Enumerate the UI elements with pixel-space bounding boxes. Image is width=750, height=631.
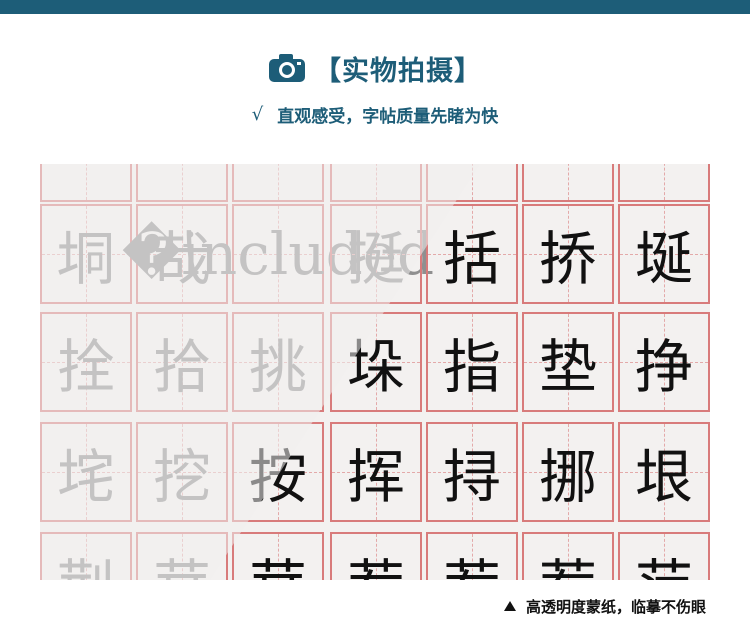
grid-cell: 挥 [330, 422, 422, 522]
practice-character: 拾 [152, 333, 211, 401]
practice-character: 荐 [524, 534, 612, 580]
grid-cell: �included [121, 204, 435, 304]
practice-character [620, 164, 708, 200]
grid-cell: 荐 [522, 532, 614, 580]
section-title: 【实物拍摄】 [0, 46, 750, 90]
grid-cell: 拴 [40, 312, 132, 412]
practice-character: 茸 [234, 534, 322, 580]
caption-row: 高透明度蒙纸，临摹不伤眼 [503, 594, 706, 618]
practice-character: 垌 [56, 225, 115, 293]
practice-character: 垠 [634, 443, 693, 511]
practice-character [234, 164, 322, 200]
practice-character: 括 [442, 225, 501, 293]
grid-cell: 荆 [40, 532, 132, 580]
check-mark-icon: √ [251, 103, 264, 125]
grid-cell: 挖 [136, 422, 228, 522]
practice-character: 垫 [538, 333, 597, 401]
grid-cell: 挪 [522, 422, 614, 522]
caption: 高透明度蒙纸，临摹不伤眼 [525, 597, 706, 616]
grid-cell [232, 164, 324, 202]
practice-character: 茸 [138, 534, 226, 580]
title-close-bracket: 】 [454, 55, 482, 87]
grid-cell: 拾 [136, 312, 228, 412]
grid-cell: 括 [426, 204, 518, 304]
practice-character: 挖 [152, 443, 211, 511]
triangle-up-icon [503, 601, 516, 611]
practice-character: 茬 [332, 534, 420, 580]
grid-cell [330, 164, 422, 202]
grid-cell: 茳 [618, 532, 710, 580]
practice-character [138, 164, 226, 200]
practice-character: 挺 [346, 225, 405, 293]
top-bar [0, 0, 750, 14]
grid-cell: 垛 [330, 312, 422, 412]
practice-character: 荆 [42, 534, 130, 580]
subtitle-row: √ 直观感受，字帖质量先睹为快 [0, 100, 750, 128]
practice-character: 茬 [428, 534, 516, 580]
grid-cell: 埏 [618, 204, 710, 304]
practice-character: 拴 [56, 333, 115, 401]
grid-cell: 指 [426, 312, 518, 412]
subtitle: 直观感受，字帖质量先睹为快 [277, 106, 499, 127]
grid-cell: 挺 [330, 204, 422, 304]
copybook-photo: 垌哉�included挺括挢埏拴拾挑垛指垫挣垞挖按挥挦挪垠荆茸茸茬茬荐茳 [40, 164, 710, 580]
grid-cell [136, 164, 228, 202]
practice-character: 挣 [634, 333, 693, 401]
grid-cell [426, 164, 518, 202]
practice-character: 按 [248, 443, 307, 511]
camera-icon [269, 54, 305, 82]
practice-character [428, 164, 516, 200]
practice-character: �included [121, 220, 435, 288]
practice-character: 垞 [56, 443, 115, 511]
grid-cell: 茬 [330, 532, 422, 580]
grid-cell: 按 [232, 422, 324, 522]
practice-character: 挑 [248, 333, 307, 401]
grid-cell: 垫 [522, 312, 614, 412]
grid-cell: 垠 [618, 422, 710, 522]
practice-character: 挦 [442, 443, 501, 511]
practice-character: 挪 [538, 443, 597, 511]
title-open-bracket: 【 [314, 55, 342, 87]
page-title: 实物拍摄 [342, 55, 454, 87]
grid-cell: 挢 [522, 204, 614, 304]
practice-character [524, 164, 612, 200]
grid-cell [522, 164, 614, 202]
grid-cell: 垌 [40, 204, 132, 304]
practice-character [332, 164, 420, 200]
grid-cell: 茸 [136, 532, 228, 580]
grid-cell: 茸 [232, 532, 324, 580]
practice-character: 挢 [538, 225, 597, 293]
practice-character: 茳 [620, 534, 708, 580]
grid-cell: 挣 [618, 312, 710, 412]
grid-cell: 垞 [40, 422, 132, 522]
practice-character [42, 164, 130, 200]
practice-character: 挥 [346, 443, 405, 511]
practice-character: 埏 [634, 225, 693, 293]
grid-cell: 茬 [426, 532, 518, 580]
grid-cell [618, 164, 710, 202]
grid-cell: 挦 [426, 422, 518, 522]
grid-cell [40, 164, 132, 202]
grid-cell: 挑 [232, 312, 324, 412]
practice-character: 指 [442, 333, 501, 401]
practice-character: 垛 [346, 333, 405, 401]
